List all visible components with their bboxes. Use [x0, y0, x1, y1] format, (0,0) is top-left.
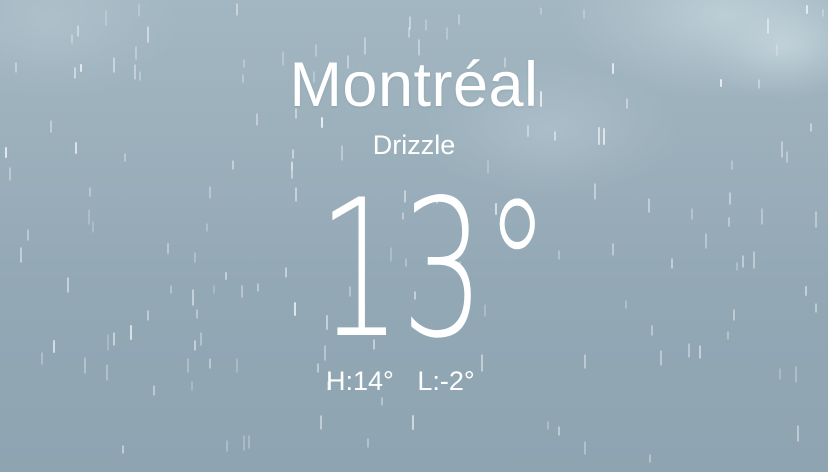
current-temperature: 13° [318, 190, 550, 340]
weather-condition: Drizzle [372, 130, 456, 160]
weather-current-conditions: Montréal Drizzle 13° H:14° L:-2° [0, 0, 828, 472]
low-temperature: L:-2° [417, 366, 475, 396]
city-name: Montréal [289, 50, 539, 120]
current-temperature-value: 13° [318, 190, 550, 340]
high-temperature: H:14° [326, 366, 394, 396]
high-low-range: H:14° L:-2° [326, 364, 475, 398]
